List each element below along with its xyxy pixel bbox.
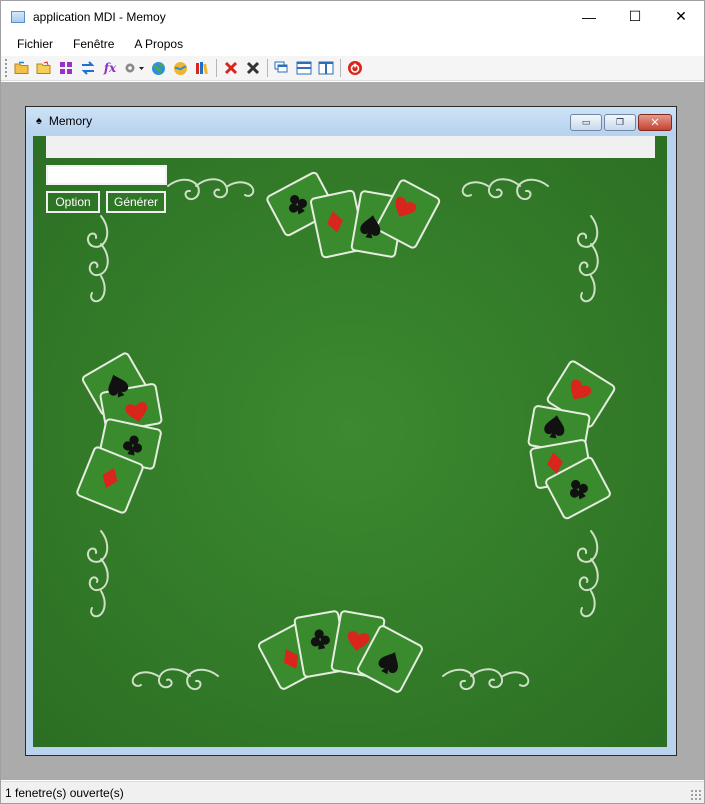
- text-input[interactable]: [46, 165, 167, 185]
- child-window-controls: ▭ ❐ ✕: [570, 114, 672, 131]
- function-fx-icon[interactable]: fx: [99, 58, 121, 78]
- resize-grip[interactable]: [690, 789, 702, 801]
- child-window-title: Memory: [48, 114, 93, 128]
- toolbar-grip[interactable]: [5, 59, 8, 77]
- mdi-workspace: ♠ Memory ▭ ❐ ✕ Option Générer: [1, 82, 704, 780]
- maximize-button[interactable]: ☐: [612, 1, 658, 32]
- globe-icon[interactable]: [147, 58, 169, 78]
- menu-bar: Fichier Fenêtre A Propos: [1, 32, 704, 56]
- toolbar-separator: [267, 59, 268, 77]
- application-window-icon: [11, 10, 25, 23]
- option-button[interactable]: Option: [46, 191, 100, 213]
- cards-app-icon: ♠: [36, 115, 42, 127]
- swap-icon[interactable]: [77, 58, 99, 78]
- status-bar: 1 fenetre(s) ouverte(s): [1, 781, 704, 803]
- title-bar[interactable]: application MDI - Memoy — ☐ ✕: [1, 1, 704, 32]
- open-folder-icon[interactable]: [11, 58, 33, 78]
- top-panel-strip: [46, 136, 655, 158]
- game-board: Option Générer: [33, 136, 667, 747]
- child-restore-button[interactable]: ❐: [604, 114, 636, 131]
- toolbar-separator: [340, 59, 341, 77]
- tile-vertical-icon[interactable]: [315, 58, 337, 78]
- cascade-windows-icon[interactable]: [271, 58, 293, 78]
- minimize-button[interactable]: —: [566, 1, 612, 32]
- child-close-button[interactable]: ✕: [638, 114, 672, 131]
- tile-horizontal-icon[interactable]: [293, 58, 315, 78]
- delete-black-icon[interactable]: [242, 58, 264, 78]
- felt-background: [33, 136, 667, 747]
- generer-button[interactable]: Générer: [106, 191, 166, 213]
- folder-icon[interactable]: [33, 58, 55, 78]
- window-controls: — ☐ ✕: [566, 1, 704, 32]
- delete-red-icon[interactable]: [220, 58, 242, 78]
- close-button[interactable]: ✕: [658, 1, 704, 32]
- gear-dropdown-icon[interactable]: [121, 58, 147, 78]
- books-icon[interactable]: [191, 58, 213, 78]
- main-window: application MDI - Memoy — ☐ ✕ Fichier Fe…: [0, 0, 705, 804]
- toolbar: fx: [1, 56, 704, 81]
- grid-icon[interactable]: [55, 58, 77, 78]
- child-title-bar[interactable]: ♠ Memory ▭ ❐ ✕: [26, 107, 676, 135]
- menu-fichier[interactable]: Fichier: [7, 32, 63, 56]
- menu-a-propos[interactable]: A Propos: [124, 32, 193, 56]
- child-minimize-button[interactable]: ▭: [570, 114, 602, 131]
- window-title: application MDI - Memoy: [33, 9, 166, 24]
- exit-power-icon[interactable]: [344, 58, 366, 78]
- status-text: 1 fenetre(s) ouverte(s): [5, 785, 124, 800]
- memory-child-window: ♠ Memory ▭ ❐ ✕ Option Générer: [25, 106, 677, 756]
- globe-2-icon[interactable]: [169, 58, 191, 78]
- menu-fenetre[interactable]: Fenêtre: [63, 32, 124, 56]
- toolbar-separator: [216, 59, 217, 77]
